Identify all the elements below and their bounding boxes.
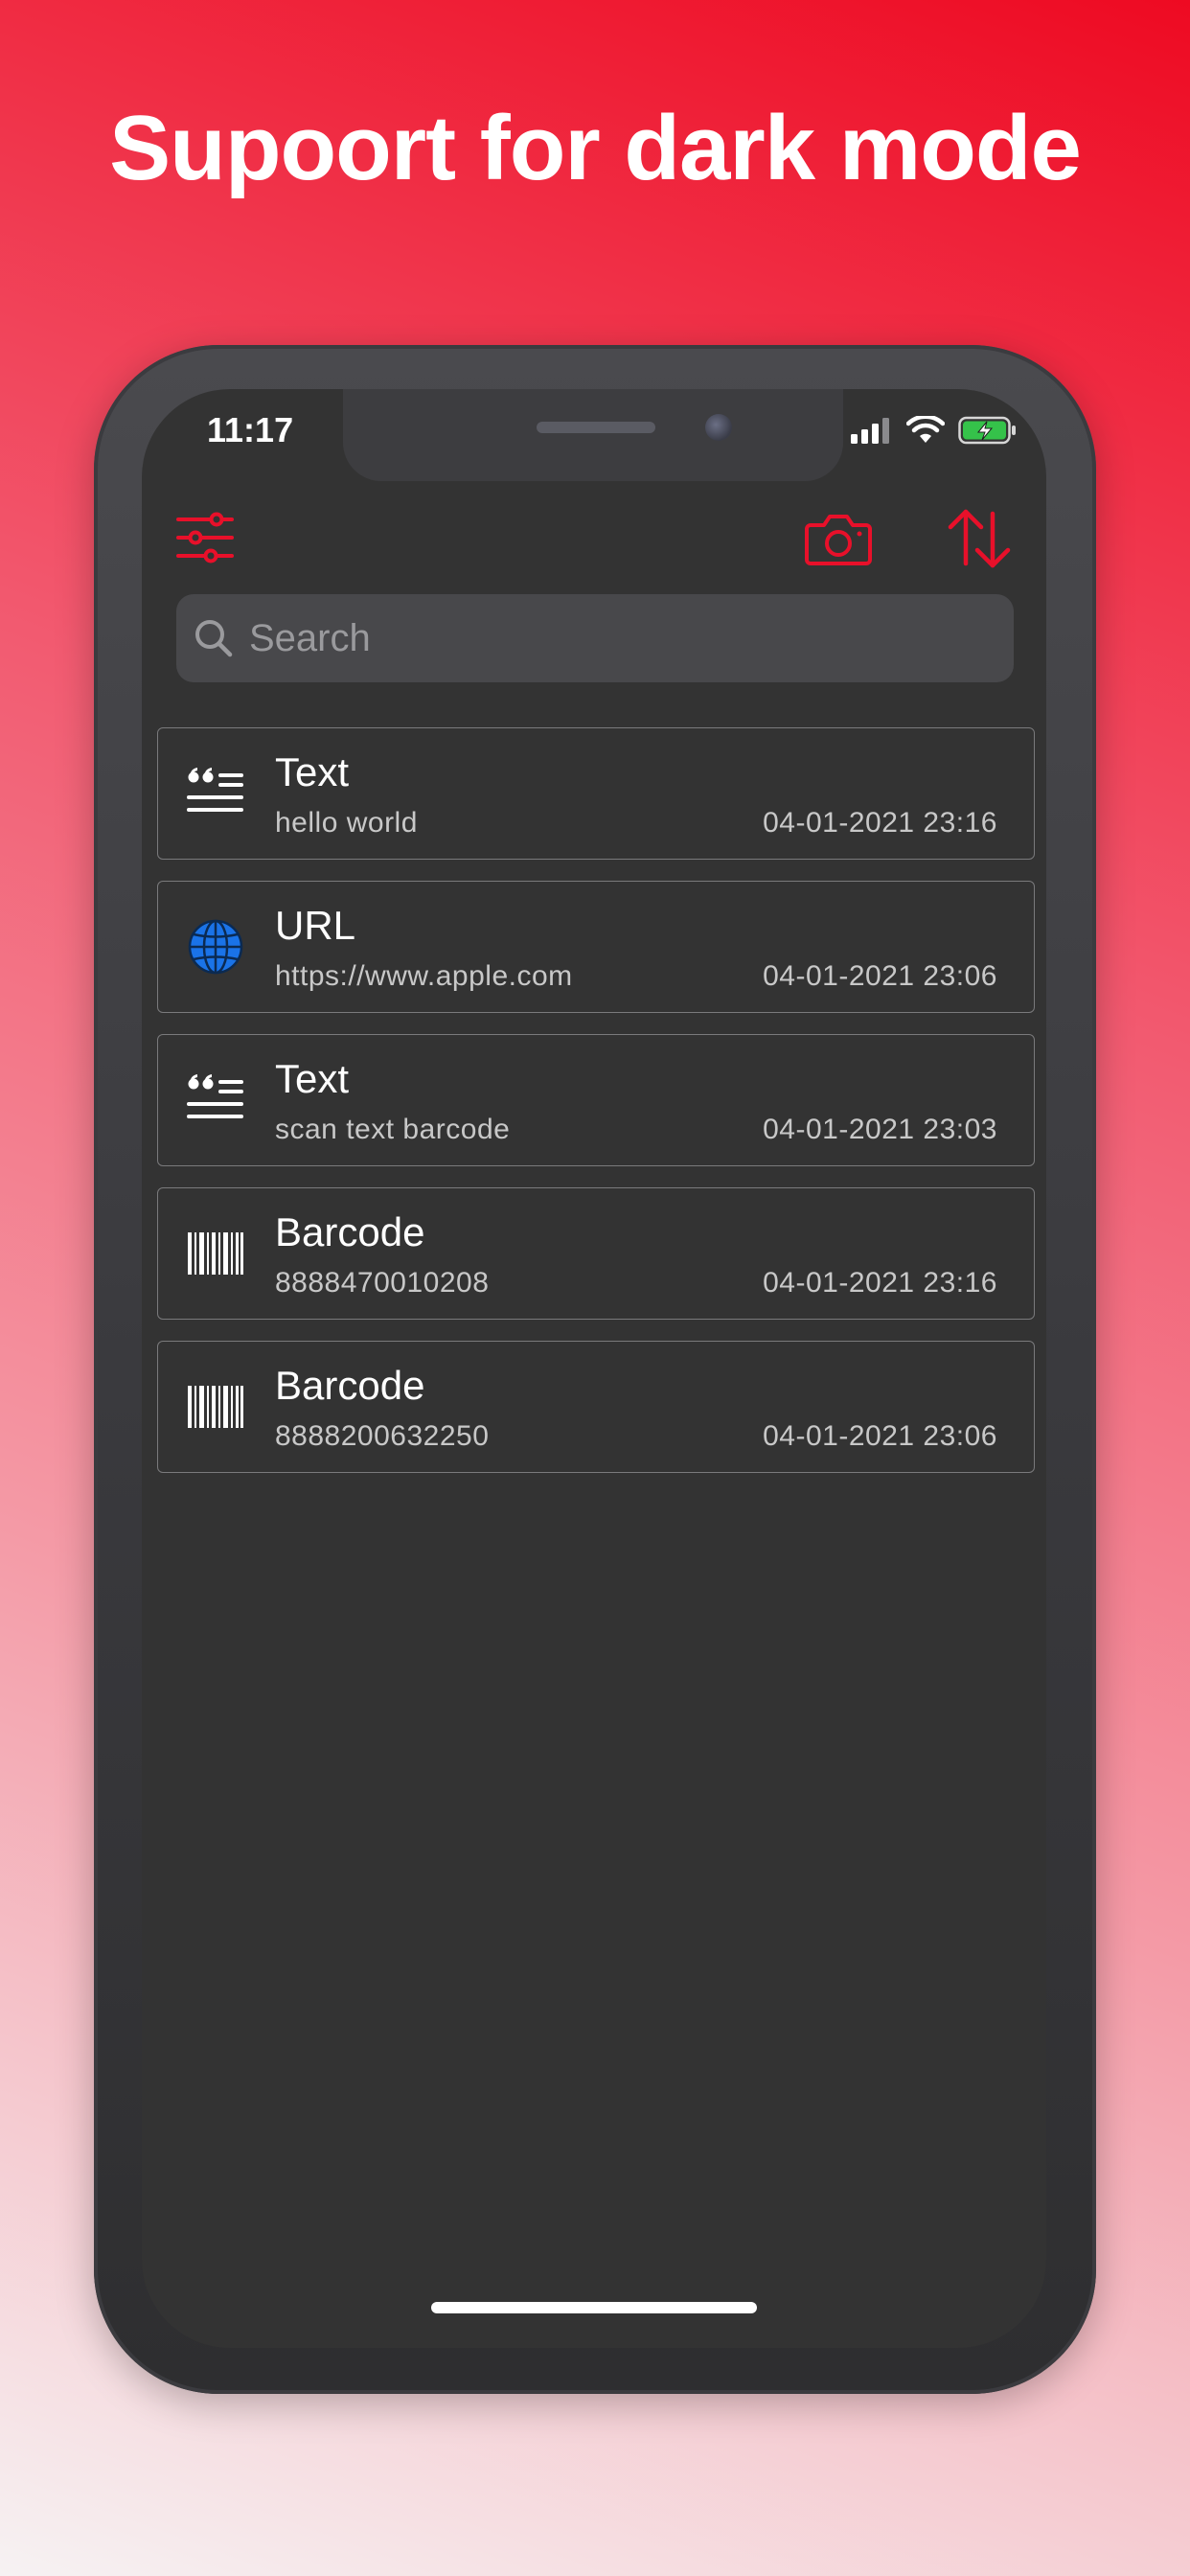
list-item[interactable]: URL https://www.apple.com 04-01-2021 23:…: [157, 881, 1035, 1013]
filter-sliders-icon[interactable]: [176, 512, 234, 564]
item-date: 04-01-2021 23:06: [763, 960, 997, 992]
notch: [343, 389, 843, 481]
speaker-grille: [537, 422, 655, 433]
app-screen: 11:17 Search Text hello world 04-01-2021…: [142, 389, 1046, 2348]
home-indicator[interactable]: [431, 2302, 757, 2313]
search-input[interactable]: [247, 615, 979, 661]
front-camera: [705, 414, 732, 441]
item-type: Barcode: [275, 1363, 425, 1408]
item-content: scan text barcode: [275, 1114, 511, 1145]
globe-icon: [188, 919, 243, 975]
battery-charging-icon: [958, 416, 1016, 445]
item-type: Barcode: [275, 1209, 425, 1254]
item-content: 8888200632250: [275, 1420, 490, 1452]
list-item[interactable]: Barcode 8888200632250 04-01-2021 23:06: [157, 1341, 1035, 1473]
text-quote-icon: [187, 768, 243, 812]
camera-scan-icon[interactable]: [805, 512, 872, 565]
cellular-signal-icon: [851, 418, 889, 444]
item-content: https://www.apple.com: [275, 960, 573, 992]
item-content: hello world: [275, 807, 418, 839]
item-content: 8888470010208: [275, 1267, 490, 1299]
search-bar[interactable]: [176, 594, 1014, 682]
list-item[interactable]: Barcode 8888470010208 04-01-2021 23:16: [157, 1187, 1035, 1320]
search-icon: [195, 620, 233, 657]
barcode-icon: [188, 1232, 243, 1275]
list-item[interactable]: Text scan text barcode 04-01-2021 23:03: [157, 1034, 1035, 1166]
text-quote-icon: [187, 1074, 243, 1118]
scan-history-list: Text hello world 04-01-2021 23:16 URL ht…: [157, 727, 1035, 1494]
status-icons: [851, 416, 1018, 445]
item-date: 04-01-2021 23:06: [763, 1420, 997, 1452]
item-date: 04-01-2021 23:03: [763, 1114, 997, 1145]
item-type: Text: [275, 1056, 350, 1101]
item-type: Text: [275, 749, 350, 794]
item-date: 04-01-2021 23:16: [763, 1267, 997, 1299]
item-type: URL: [275, 903, 356, 948]
wifi-icon: [906, 416, 945, 443]
status-time: 11:17: [207, 410, 294, 449]
item-date: 04-01-2021 23:16: [763, 807, 997, 839]
barcode-icon: [188, 1386, 243, 1428]
list-item[interactable]: Text hello world 04-01-2021 23:16: [157, 727, 1035, 860]
promo-headline: Supoort for dark mode: [109, 97, 1082, 199]
sort-arrows-icon[interactable]: [945, 508, 1014, 569]
